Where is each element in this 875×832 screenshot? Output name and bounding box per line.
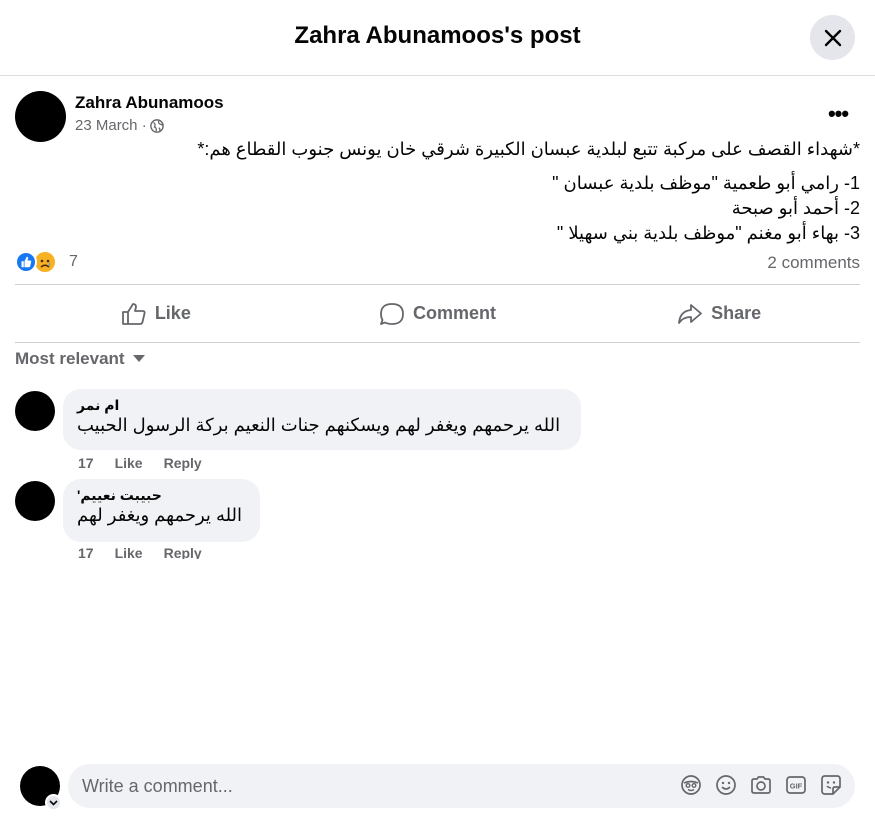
- comment-actions-clip: 17 Like Reply: [0, 545, 875, 559]
- comment-bubble: ام نمر الله يرحمهم ويغفر لهم ويسكنهم جنا…: [63, 389, 581, 450]
- close-button[interactable]: [810, 15, 855, 60]
- modal-header: Zahra Abunamoos's post: [0, 0, 875, 76]
- comment-label: Comment: [413, 303, 497, 323]
- post-meta: 23 March ·: [75, 117, 164, 134]
- post-body: *شهداء القصف على مركبة تتبع لبلدية عبسان…: [15, 137, 860, 246]
- sort-label: Most relevant: [15, 349, 125, 368]
- action-bar: Like Comment Share: [15, 284, 860, 343]
- comment-like-button[interactable]: Like: [115, 545, 143, 559]
- avatar-emoji-icon[interactable]: [680, 774, 702, 796]
- modal-title: Zahra Abunamoos's post: [294, 22, 581, 49]
- post-body-intro: *شهداء القصف على مركبة تتبع لبلدية عبسان…: [197, 139, 860, 159]
- comment-reply-button[interactable]: Reply: [164, 545, 202, 559]
- reaction-count: 7: [69, 253, 78, 270]
- gif-icon[interactable]: GIF: [785, 774, 807, 796]
- post-modal: Zahra Abunamoos's post Zahra Abunamoos 2…: [0, 0, 875, 832]
- sticker-icon[interactable]: [820, 774, 842, 796]
- comment-icon: [380, 302, 404, 325]
- emoji-icon[interactable]: [715, 774, 737, 796]
- globe-icon: [149, 118, 164, 133]
- share-button[interactable]: Share: [578, 285, 860, 342]
- author-name[interactable]: Zahra Abunamoos: [75, 93, 224, 113]
- camera-icon[interactable]: [750, 774, 772, 796]
- like-label: Like: [154, 303, 191, 323]
- caret-down-icon: [132, 355, 145, 362]
- more-icon: •••: [827, 101, 849, 126]
- commenter-avatar[interactable]: [15, 481, 55, 521]
- close-icon: [824, 29, 841, 46]
- post-body-line: 2- أحمد أبو صبحة: [731, 198, 860, 218]
- post-date[interactable]: 23 March ·: [75, 117, 147, 134]
- commenter-name[interactable]: ام نمر: [77, 397, 567, 414]
- thumbs-up-icon: [121, 302, 146, 325]
- comment-actions: 17 Like Reply: [78, 545, 223, 559]
- share-icon: [678, 303, 703, 324]
- post-body-line: 1- رامي أبو طعمية "موظف بلدية عبسان ": [552, 173, 860, 193]
- sort-dropdown[interactable]: Most relevant: [15, 349, 145, 369]
- more-options-button[interactable]: •••: [820, 98, 856, 130]
- like-button[interactable]: Like: [15, 285, 297, 342]
- comment-like-button[interactable]: Like: [115, 455, 143, 471]
- comment-text: الله يرحمهم ويغفر لهم ويسكنهم جنات النعي…: [77, 415, 561, 435]
- post-body-line: 3- بهاء أبو مغنم "موظف بلدية بني سهيلا ": [556, 223, 860, 243]
- commenter-name[interactable]: حبيبت نعييم': [77, 487, 246, 504]
- comment-button[interactable]: Comment: [297, 285, 579, 342]
- comment-time[interactable]: 17: [78, 455, 94, 471]
- comments-count-link[interactable]: 2 comments: [767, 253, 860, 273]
- account-switch-button[interactable]: [45, 794, 62, 811]
- comment-reply-button[interactable]: Reply: [164, 455, 202, 471]
- composer-tools: GIF: [680, 774, 842, 796]
- like-icon: [15, 251, 37, 273]
- author-avatar[interactable]: [15, 91, 66, 142]
- comment-actions: 17 Like Reply: [78, 455, 223, 471]
- comment-bubble: حبيبت نعييم' الله يرحمهم ويغفر لهم: [63, 479, 260, 542]
- share-label: Share: [711, 303, 762, 323]
- comment-text: الله يرحمهم ويغفر لهم: [77, 505, 243, 525]
- svg-text:GIF: GIF: [790, 782, 803, 791]
- commenter-avatar[interactable]: [15, 391, 55, 431]
- chevron-down-icon: [49, 799, 58, 806]
- reactions-summary[interactable]: 7: [15, 250, 78, 274]
- comment-time[interactable]: 17: [78, 545, 94, 559]
